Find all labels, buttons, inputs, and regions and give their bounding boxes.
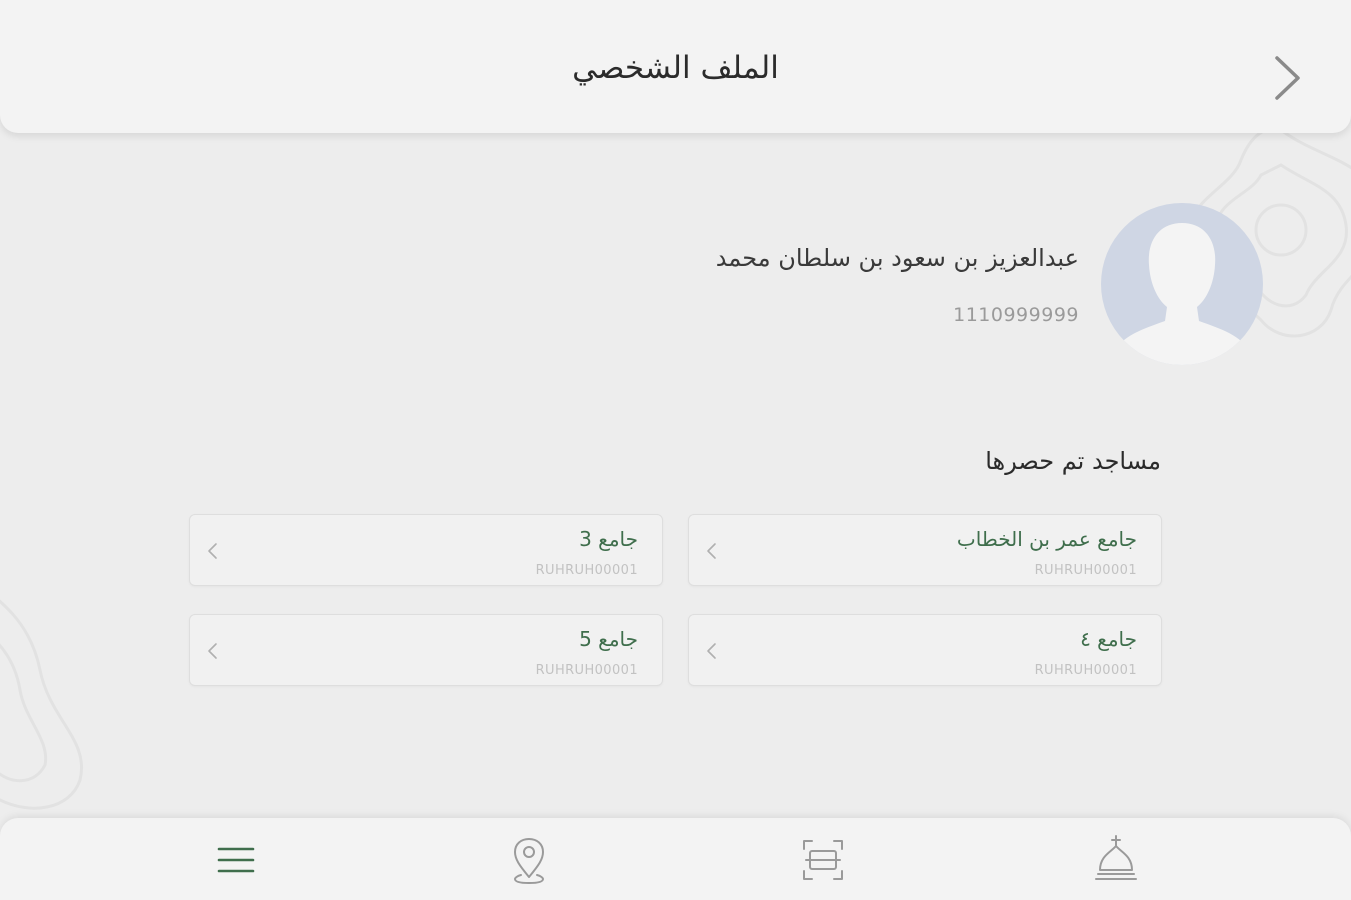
mosque-code: RUHRUH00001 [535,663,638,678]
chevron-left-icon [707,643,716,659]
nav-item-location[interactable] [499,828,559,892]
profile-page: الملف الشخصي عبدالعزيز بن سعود بن سلطان … [0,0,1351,900]
mosque-card[interactable]: جامع 5 RUHRUH00001 [189,614,663,686]
mosque-name: جامع 5 [579,627,638,651]
chevron-left-icon [707,543,716,559]
mosque-name: جامع عمر بن الخطاب [956,527,1137,551]
scan-icon [803,840,843,880]
user-silhouette-icon [1113,223,1251,365]
mosque-code: RUHRUH00001 [535,563,638,578]
bottom-nav [0,818,1351,900]
mosque-code: RUHRUH00001 [1034,663,1137,678]
app-header: الملف الشخصي [0,0,1351,133]
chevron-left-icon [208,543,217,559]
profile-id-number: 1110999999 [953,304,1079,326]
menu-icon [217,847,255,873]
mosque-icon [1095,835,1137,880]
location-pin-icon [514,838,544,884]
nav-item-mosques[interactable] [1086,828,1146,892]
mosque-name: جامع 3 [579,527,638,551]
mosque-card[interactable]: جامع ٤ RUHRUH00001 [688,614,1162,686]
avatar [1101,203,1263,365]
back-button[interactable] [1267,52,1307,104]
mosque-code: RUHRUH00001 [1034,563,1137,578]
nav-item-scan[interactable] [793,828,853,892]
mosque-card[interactable]: جامع 3 RUHRUH00001 [189,514,663,586]
mosque-name: جامع ٤ [1080,627,1137,651]
section-title-mosques: مساجد تم حصرها [985,447,1161,475]
profile-name: عبدالعزيز بن سعود بن سلطان محمد [715,244,1079,272]
chevron-right-icon [1275,56,1300,100]
decorative-ornament-icon [0,599,84,810]
page-title: الملف الشخصي [572,50,779,86]
chevron-left-icon [208,643,217,659]
mosque-card[interactable]: جامع عمر بن الخطاب RUHRUH00001 [688,514,1162,586]
nav-item-menu[interactable] [206,828,266,892]
